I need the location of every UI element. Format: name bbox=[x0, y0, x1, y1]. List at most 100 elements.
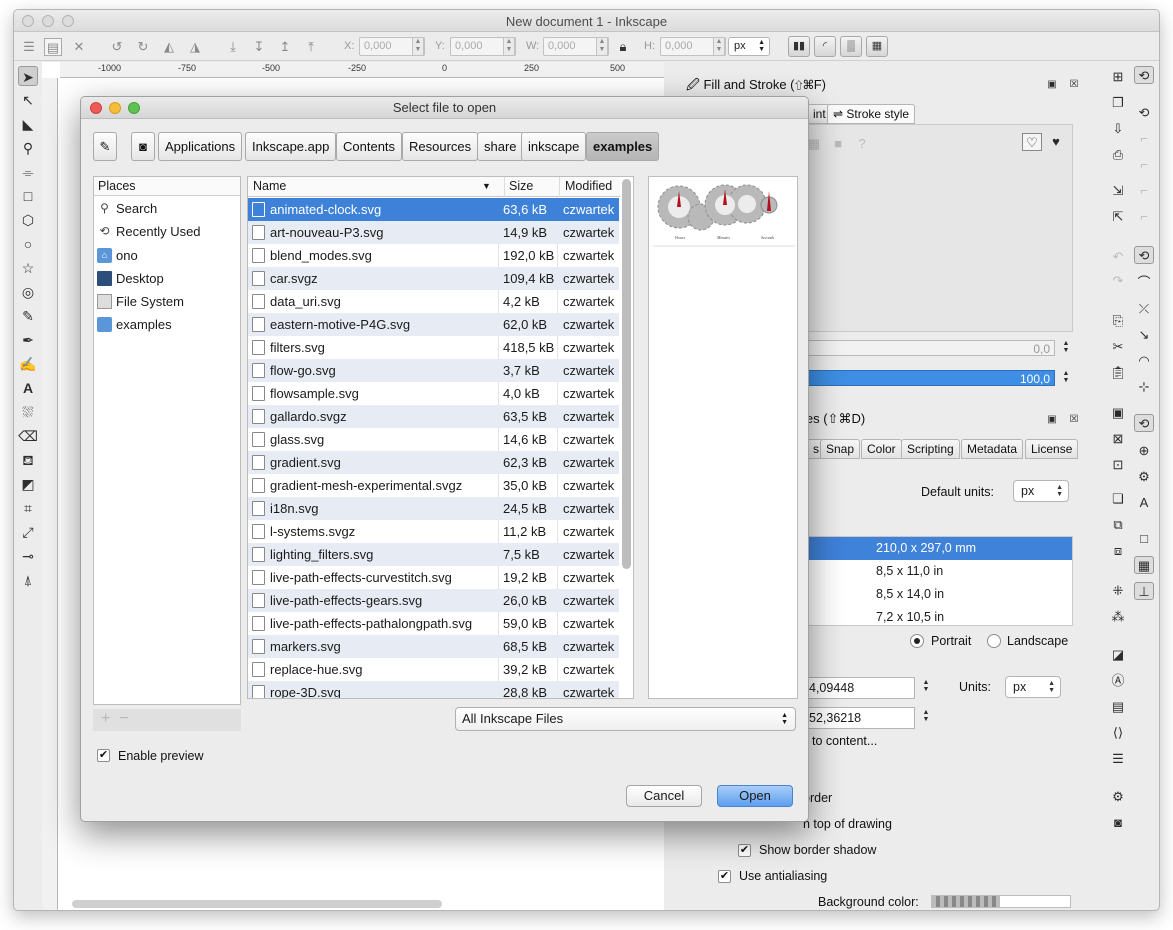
place-recently-used[interactable]: ⟲ Recently Used bbox=[94, 220, 240, 243]
width-spinner[interactable]: ▲ ▼ bbox=[916, 679, 936, 697]
scale-corners-button[interactable]: ◜ bbox=[814, 36, 836, 57]
snap-bbox-midpoint-icon[interactable]: ⌐ bbox=[1134, 182, 1154, 200]
file-row[interactable]: flowsample.svg 4,0 kB czwartek bbox=[248, 382, 619, 405]
zoom-drawing-icon[interactable]: ⊠ bbox=[1108, 430, 1128, 448]
group-icon[interactable]: ⁜ bbox=[1108, 582, 1128, 600]
lock-icon[interactable]: 🔒︎ bbox=[614, 38, 632, 56]
dialog-close-button[interactable] bbox=[90, 102, 102, 114]
copy-icon[interactable]: ⎘ bbox=[1108, 312, 1128, 330]
place-examples[interactable]: examples bbox=[94, 313, 240, 336]
fill-stroke-icon[interactable]: ◪ bbox=[1108, 646, 1128, 664]
swatch-icon[interactable]: ■ bbox=[828, 135, 848, 153]
objects-icon[interactable]: ☰ bbox=[1108, 750, 1128, 768]
spiral-tool-icon[interactable]: ◎ bbox=[18, 282, 38, 302]
file-row[interactable]: animated-clock.svg 63,6 kB czwartek bbox=[248, 198, 619, 221]
file-row[interactable]: live-path-effects-curvestitch.svg 19,2 kB… bbox=[248, 566, 619, 589]
fill-rule-evenodd-icon[interactable]: ♡ bbox=[1022, 133, 1042, 151]
snap-text-baseline-icon[interactable]: A bbox=[1134, 494, 1154, 512]
panel-iconify-icon[interactable]: ▣ bbox=[1042, 411, 1062, 429]
snap-nodes-icon[interactable]: ⟲ bbox=[1134, 246, 1154, 264]
file-row[interactable]: lighting_filters.svg 7,5 kB czwartek bbox=[248, 543, 619, 566]
cancel-button[interactable]: Cancel bbox=[626, 785, 702, 807]
transform-gradients-button[interactable]: ▒ bbox=[840, 36, 862, 57]
file-row[interactable]: eastern-motive-P4G.svg 62,0 kB czwartek bbox=[248, 313, 619, 336]
unlink-clone-icon[interactable]: ⧈ bbox=[1108, 542, 1128, 560]
path-share[interactable]: share bbox=[477, 132, 524, 161]
tweak-tool-icon[interactable]: ◣ bbox=[18, 114, 38, 134]
width-field[interactable]: 4,09448 bbox=[803, 677, 915, 699]
panel-close-icon[interactable]: ☒ bbox=[1064, 411, 1084, 429]
snap-centers-icon[interactable]: ⊕ bbox=[1134, 442, 1154, 460]
open-button[interactable]: Open bbox=[717, 785, 793, 807]
duplicate-icon[interactable]: ❏ bbox=[1108, 490, 1128, 508]
pen-tool-icon[interactable]: ✒ bbox=[18, 330, 38, 350]
mesh-tool-icon[interactable]: ⌗ bbox=[18, 498, 38, 518]
enable-preview-checkbox[interactable]: ✔ bbox=[97, 749, 110, 762]
snap-rotation-center-icon[interactable]: ⚙ bbox=[1134, 468, 1154, 486]
import-icon[interactable]: ⇲ bbox=[1108, 182, 1128, 200]
canvas-horizontal-scrollbar[interactable] bbox=[72, 900, 442, 908]
snap-smooth-icon[interactable]: ◠ bbox=[1134, 352, 1154, 370]
snap-midpoints-icon[interactable]: ⊹ bbox=[1134, 378, 1154, 396]
snap-bbox-edge-icon[interactable]: ⌐ bbox=[1134, 130, 1154, 148]
file-list[interactable]: Name ▼ Size Modified animated-clock.svg 6… bbox=[247, 176, 634, 699]
scale-stroke-button[interactable]: ▮▮ bbox=[788, 36, 810, 57]
dropper-tool-icon[interactable]: ⤢ bbox=[18, 522, 38, 542]
file-row[interactable]: data_uri.svg 4,2 kB czwartek bbox=[248, 290, 619, 313]
paper-size-item[interactable]: 7,2 x 10,5 in bbox=[804, 606, 1072, 625]
fill-rule-nonzero-icon[interactable]: ♥ bbox=[1046, 133, 1066, 151]
file-row[interactable]: rope-3D.svg 28,8 kB czwartek bbox=[248, 681, 619, 698]
file-row[interactable]: blend_modes.svg 192,0 kB czwartek bbox=[248, 244, 619, 267]
lower-to-bottom-icon[interactable]: ⤓ bbox=[224, 38, 242, 56]
gradient-tool-icon[interactable]: ◩ bbox=[18, 474, 38, 494]
dialog-minimize-button[interactable] bbox=[109, 102, 121, 114]
paper-size-item[interactable]: 210,0 x 297,0 mm bbox=[804, 537, 1072, 560]
snap-bbox-icon[interactable]: ⟲ bbox=[1134, 104, 1154, 122]
place-home[interactable]: ⌂ ono bbox=[94, 244, 240, 267]
spray-tool-icon[interactable]: ⛆ bbox=[18, 402, 38, 422]
units-select[interactable]: px ▲ ▼ bbox=[728, 37, 770, 56]
place-desktop[interactable]: Desktop bbox=[94, 267, 240, 290]
transform-patterns-button[interactable]: ▦ bbox=[866, 36, 888, 57]
export-icon[interactable]: ⇱ bbox=[1108, 208, 1128, 226]
panel-iconify-icon[interactable]: ▣ bbox=[1042, 76, 1062, 94]
doc-units-select[interactable]: px ▲ ▼ bbox=[1005, 676, 1061, 698]
document-properties-icon[interactable]: ◙ bbox=[1108, 814, 1128, 832]
measure-tool-icon[interactable]: ⌯ bbox=[18, 162, 38, 182]
path-inkscape-app[interactable]: Inkscape.app bbox=[245, 132, 337, 161]
preferences-icon[interactable]: ⚙ bbox=[1108, 788, 1128, 806]
node-tool-icon[interactable]: ↖ bbox=[18, 90, 38, 110]
paper-size-item[interactable]: 8,5 x 14,0 in bbox=[804, 583, 1072, 606]
box-3d-tool-icon[interactable]: ⬡ bbox=[18, 210, 38, 230]
paper-size-list[interactable]: 210,0 x 297,0 mm 8,5 x 11,0 in 8,5 x 14,… bbox=[803, 536, 1073, 626]
path-contents[interactable]: Contents bbox=[336, 132, 403, 161]
save-icon[interactable]: ⇩ bbox=[1108, 120, 1128, 138]
paper-size-item[interactable]: 8,5 x 11,0 in bbox=[804, 560, 1072, 583]
blur-slider[interactable]: 0,0 bbox=[803, 340, 1055, 356]
type-location-button[interactable]: ✎ bbox=[93, 132, 117, 161]
clone-icon[interactable]: ⧉ bbox=[1108, 516, 1128, 534]
snap-paths-icon[interactable]: ⌒ bbox=[1134, 274, 1154, 292]
landscape-radio[interactable] bbox=[987, 634, 1001, 648]
snap-cusp-icon[interactable]: ↘ bbox=[1134, 326, 1154, 344]
file-row[interactable]: markers.svg 68,5 kB czwartek bbox=[248, 635, 619, 658]
align-icon[interactable]: ⟨⟩ bbox=[1108, 724, 1128, 742]
path-resources[interactable]: Resources bbox=[402, 132, 479, 161]
x-spinner[interactable]: ▲ ▼ bbox=[412, 37, 424, 56]
lpe-tool-icon[interactable]: ⍋ bbox=[18, 570, 38, 590]
column-name[interactable]: Name bbox=[253, 179, 286, 193]
ungroup-icon[interactable]: ⁂ bbox=[1108, 608, 1128, 626]
background-color-swatch[interactable] bbox=[931, 895, 1071, 908]
tab-stroke-style[interactable]: ⇌ Stroke style bbox=[827, 104, 916, 124]
bucket-tool-icon[interactable]: ⛾ bbox=[18, 450, 38, 470]
snap-toggle-icon[interactable]: ⟲ bbox=[1134, 66, 1154, 84]
file-row[interactable]: gallardo.svgz 63,5 kB czwartek bbox=[248, 405, 619, 428]
path-root-button[interactable]: ◙ bbox=[131, 132, 155, 161]
file-row[interactable]: gradient-mesh-experimental.svgz 35,0 kB cz… bbox=[248, 474, 619, 497]
zoom-selection-icon[interactable]: ▣ bbox=[1108, 404, 1128, 422]
ellipse-tool-icon[interactable]: ○ bbox=[18, 234, 38, 254]
file-row[interactable]: gradient.svg 62,3 kB czwartek bbox=[248, 451, 619, 474]
tab-metadata[interactable]: Metadata bbox=[961, 439, 1024, 459]
file-row[interactable]: live-path-effects-gears.svg 26,0 kB czwart… bbox=[248, 589, 619, 612]
flip-vertical-icon[interactable]: ◮ bbox=[186, 38, 204, 56]
